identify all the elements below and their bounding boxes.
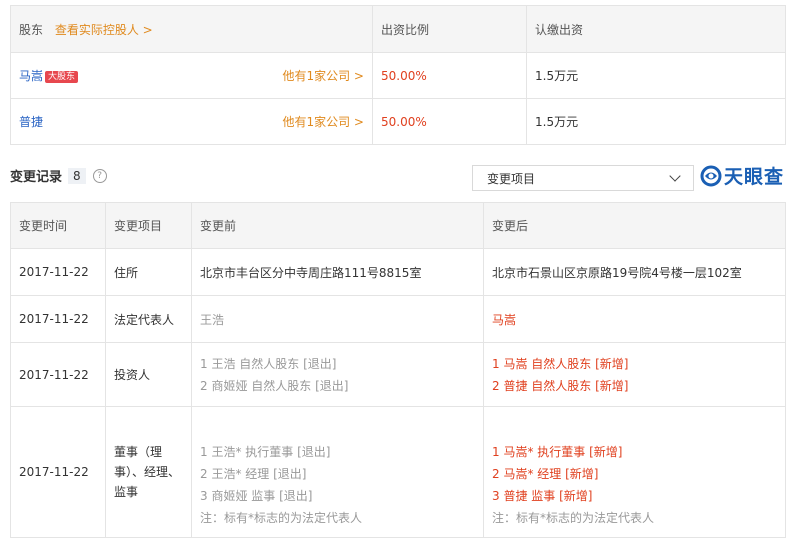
view-controller-link[interactable]: 查看实际控股人 >: [55, 23, 153, 37]
amount-col-header: 认缴出资: [526, 5, 786, 53]
change-item: 住所: [105, 248, 192, 296]
shareholder-name-cell: 马嵩 大股东 他有1家公司 >: [10, 52, 373, 99]
help-icon[interactable]: ?: [92, 168, 107, 183]
change-after: 北京市石景山区京原路19号院4号楼一层102室: [483, 248, 786, 296]
shareholder-name-cell: 普捷 他有1家公司 >: [10, 98, 373, 145]
amount-cell: 1.5万元: [526, 52, 786, 99]
ratio-cell: 50.00%: [372, 52, 527, 99]
amount-cell: 1.5万元: [526, 98, 786, 145]
tianyancha-logo: 天眼查: [700, 162, 784, 189]
change-after: 1 马嵩* 执行董事 [新增] 2 马嵩* 经理 [新增] 3 普捷 监事 [新…: [483, 406, 786, 538]
company-count-link[interactable]: 他有1家公司 >: [282, 67, 364, 84]
before-line: 2 王浩* 经理 [退出]: [200, 467, 307, 481]
shareholder-col-label: 股东: [19, 22, 44, 37]
change-time: 2017-11-22: [10, 248, 106, 296]
change-time: 2017-11-22: [10, 295, 106, 343]
change-item-cell: 董事（理事）、经理、监事: [105, 406, 192, 538]
shareholder-row: 普捷 他有1家公司 > 50.00% 1.5万元: [10, 98, 786, 145]
after-line: 1 马嵩 自然人股东 [新增]: [492, 356, 629, 371]
change-before: 王浩: [191, 295, 484, 343]
shareholder-table: 股东 查看实际控股人 > 出资比例 认缴出资 马嵩 大股东 他有1家公司 > 50…: [10, 5, 786, 145]
shareholder-name-link[interactable]: 普捷: [19, 113, 43, 130]
change-time: 2017-11-22: [19, 465, 89, 479]
change-item: 投资人: [105, 342, 192, 407]
before-line: 1 王浩 自然人股东 [退出]: [200, 356, 337, 371]
after-value: 北京市石景山区京原路19号院4号楼一层102室: [492, 265, 742, 280]
company-count-link[interactable]: 他有1家公司 >: [282, 113, 364, 130]
change-record-table: 变更时间 变更项目 变更前 变更后 2017-11-22 住所 北京市丰台区分中…: [10, 202, 786, 538]
after-line: 2 马嵩* 经理 [新增]: [492, 467, 599, 481]
eye-logo-icon: [700, 165, 722, 186]
ratio-cell: 50.00%: [372, 98, 527, 145]
select-value: 变更项目: [487, 171, 536, 186]
after-line: 1 马嵩* 执行董事 [新增]: [492, 445, 623, 459]
legal-rep-note: 注：标有*标志的为法定代表人: [200, 511, 363, 525]
legal-rep-note: 注：标有*标志的为法定代表人: [492, 511, 655, 525]
item-col-header: 变更项目: [105, 202, 192, 249]
change-header-row: 变更时间 变更项目 变更前 变更后: [10, 202, 786, 249]
after-col-header: 变更后: [483, 202, 786, 249]
chevron-down-icon: [669, 170, 681, 182]
before-line: 1 王浩* 执行董事 [退出]: [200, 445, 331, 459]
logo-text: 天眼查: [724, 166, 785, 188]
shareholder-row: 马嵩 大股东 他有1家公司 > 50.00% 1.5万元: [10, 52, 786, 99]
change-row: 2017-11-22 法定代表人 王浩 马嵩: [10, 295, 786, 343]
shareholder-header-row: 股东 查看实际控股人 > 出资比例 认缴出资: [10, 5, 786, 53]
ratio-col-header: 出资比例: [372, 5, 527, 53]
before-line: 3 商姬娅 监事 [退出]: [200, 489, 313, 503]
change-time: 2017-11-22: [10, 342, 106, 407]
before-value: 北京市丰台区分中寺周庄路111号8815室: [200, 265, 422, 280]
shareholder-header-cell: 股东 查看实际控股人 >: [10, 5, 373, 53]
change-after: 1 马嵩 自然人股东 [新增] 2 普捷 自然人股东 [新增]: [483, 342, 786, 407]
before-col-header: 变更前: [191, 202, 484, 249]
change-item: 法定代表人: [105, 295, 192, 343]
before-line: 2 商姬娅 自然人股东 [退出]: [200, 378, 349, 393]
change-before: 1 王浩 自然人股东 [退出] 2 商姬娅 自然人股东 [退出]: [191, 342, 484, 407]
record-count-badge: 8: [68, 167, 86, 184]
section-title: 变更记录: [10, 170, 63, 185]
change-item-select[interactable]: 变更项目: [472, 165, 694, 191]
after-line: 3 普捷 监事 [新增]: [492, 489, 593, 503]
change-after: 马嵩: [483, 295, 786, 343]
change-row: 2017-11-22 董事（理事）、经理、监事 1 王浩* 执行董事 [退出] …: [10, 406, 786, 538]
after-line: 2 普捷 自然人股东 [新增]: [492, 378, 629, 393]
change-before: 北京市丰台区分中寺周庄路111号8815室: [191, 248, 484, 296]
shareholder-name-link[interactable]: 马嵩: [19, 69, 43, 83]
change-row: 2017-11-22 投资人 1 王浩 自然人股东 [退出] 2 商姬娅 自然人…: [10, 342, 786, 407]
change-row: 2017-11-22 住所 北京市丰台区分中寺周庄路111号8815室 北京市石…: [10, 248, 786, 296]
time-col-header: 变更时间: [10, 202, 106, 249]
major-shareholder-badge: 大股东: [45, 71, 79, 83]
change-before: 1 王浩* 执行董事 [退出] 2 王浩* 经理 [退出] 3 商姬娅 监事 […: [191, 406, 484, 538]
change-item: 董事（理事）、经理、监事: [114, 445, 181, 499]
change-time-cell: 2017-11-22: [10, 406, 106, 538]
change-record-heading: 变更记录 8 ?: [10, 166, 107, 185]
